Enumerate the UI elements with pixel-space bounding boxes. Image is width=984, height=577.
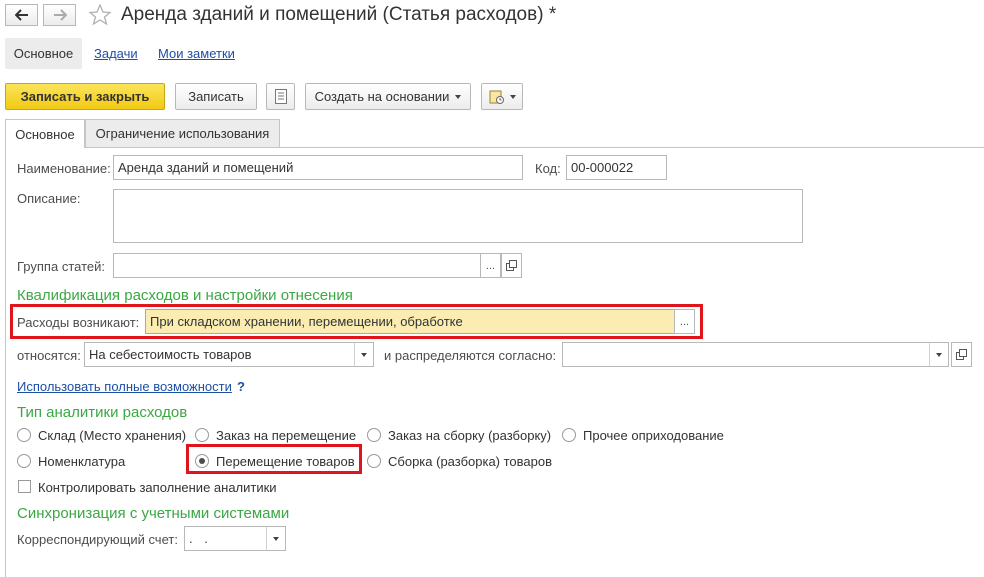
radio-assembly-order[interactable] (367, 428, 381, 442)
relate-field[interactable]: На себестоимость товаров (84, 342, 356, 367)
name-field[interactable]: Аренда зданий и помещений (113, 155, 523, 180)
account-field[interactable]: . . (184, 526, 268, 551)
chevron-down-icon (509, 94, 516, 99)
control-analytics-checkbox[interactable] (18, 480, 31, 493)
highlight-arise (10, 304, 703, 339)
list-icon (274, 89, 287, 104)
section-tab-tasks[interactable]: Задачи (94, 46, 138, 61)
relate-dropdown-button[interactable] (354, 342, 374, 367)
radio-nomenclature[interactable] (17, 454, 31, 468)
distribute-field[interactable] (562, 342, 930, 367)
save-and-close-button[interactable]: Записать и закрыть (5, 83, 165, 110)
radio-assembly-order-label[interactable]: Заказ на сборку (разборку) (388, 428, 551, 443)
radio-assembly-goods-label[interactable]: Сборка (разборка) товаров (388, 454, 552, 469)
open-window-icon (506, 260, 517, 271)
distribute-open-button[interactable] (951, 342, 972, 367)
radio-transfer-order-label[interactable]: Заказ на перемещение (216, 428, 356, 443)
account-label: Корреспондирующий счет: (17, 532, 178, 547)
control-analytics-label[interactable]: Контролировать заполнение аналитики (38, 480, 277, 495)
account-dropdown-button[interactable] (266, 526, 286, 551)
radio-assembly-goods[interactable] (367, 454, 381, 468)
forward-button[interactable] (43, 4, 76, 26)
distribute-dropdown-button[interactable] (929, 342, 949, 367)
analytics-title: Тип аналитики расходов (17, 404, 188, 421)
chevron-down-icon (273, 536, 279, 541)
qualification-title: Квалификация расходов и настройки отнесе… (17, 287, 353, 304)
group-field[interactable] (113, 253, 481, 278)
section-tab-main[interactable]: Основное (5, 38, 82, 69)
group-open-button[interactable] (501, 253, 522, 278)
open-window-icon (956, 349, 967, 360)
code-field[interactable]: 00-000022 (566, 155, 667, 180)
arrow-left-icon (14, 9, 28, 21)
save-button[interactable]: Записать (175, 83, 257, 110)
create-based-on-button[interactable]: Создать на основании (305, 83, 471, 110)
radio-other-receipt-label[interactable]: Прочее оприходование (583, 428, 724, 443)
code-label: Код: (535, 161, 561, 176)
highlight-goods-transfer (186, 444, 362, 474)
help-link[interactable]: ? (237, 379, 245, 394)
name-label: Наименование: (17, 161, 111, 176)
report-settings-icon (489, 90, 504, 104)
radio-nomenclature-label[interactable]: Номенклатура (38, 454, 125, 469)
radio-warehouse-label[interactable]: Склад (Место хранения) (38, 428, 186, 443)
report-settings-button[interactable] (481, 83, 523, 110)
chevron-down-icon (936, 352, 942, 357)
radio-other-receipt[interactable] (562, 428, 576, 442)
sync-title: Синхронизация с учетными системами (17, 505, 290, 522)
chevron-down-icon (455, 94, 462, 99)
description-label: Описание: (17, 191, 81, 206)
list-button[interactable] (266, 83, 295, 110)
favorite-star-icon[interactable] (88, 3, 112, 30)
window-title: Аренда зданий и помещений (Статья расход… (121, 4, 557, 25)
tab-usage-restriction[interactable]: Ограничение использования (85, 119, 280, 147)
full-features-link[interactable]: Использовать полные возможности (17, 379, 232, 394)
back-button[interactable] (5, 4, 38, 26)
tab-main[interactable]: Основное (5, 119, 85, 148)
section-tab-notes[interactable]: Мои заметки (158, 46, 235, 61)
chevron-down-icon (361, 352, 367, 357)
radio-transfer-order[interactable] (195, 428, 209, 442)
group-label: Группа статей: (17, 259, 105, 274)
relate-label: относятся: (17, 348, 81, 363)
create-based-on-label: Создать на основании (314, 89, 450, 104)
distribute-label: и распределяются согласно: (384, 348, 557, 363)
radio-warehouse[interactable] (17, 428, 31, 442)
arrow-right-icon (53, 9, 67, 21)
description-field[interactable] (113, 189, 803, 243)
group-choose-button[interactable]: ... (480, 253, 501, 278)
